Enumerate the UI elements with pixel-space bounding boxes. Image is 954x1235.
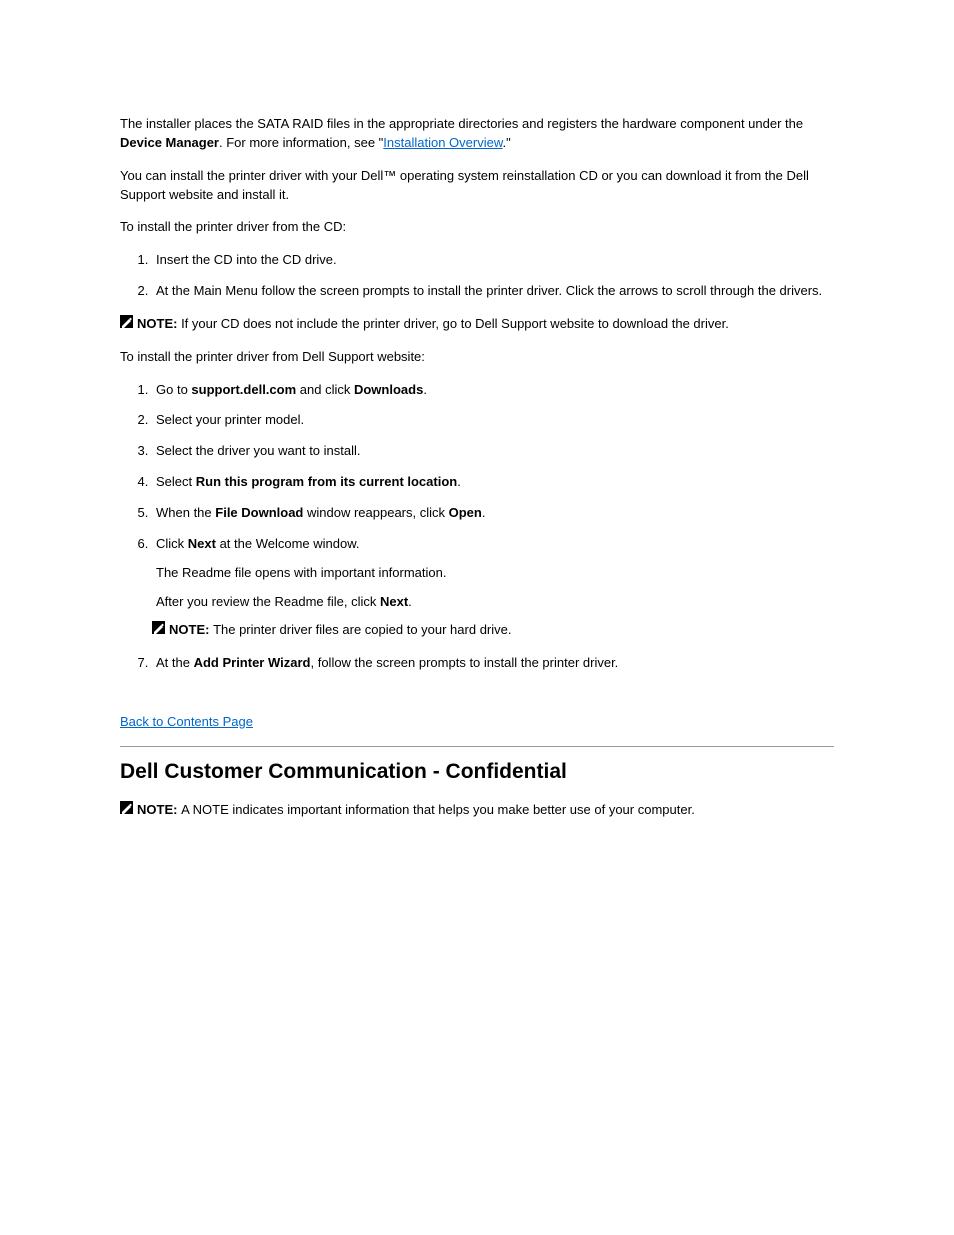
- step-text: Select the driver you want to install.: [156, 443, 361, 458]
- note-web-step: NOTE: The printer driver files are copie…: [152, 621, 834, 640]
- note-icon: [152, 621, 165, 634]
- ui-term: Downloads: [354, 382, 423, 397]
- step-sub-1: The Readme file opens with important inf…: [156, 564, 834, 583]
- heading-web-install: To install the printer driver from Dell …: [120, 348, 834, 367]
- steps-web-install: Go to support.dell.com and click Downloa…: [120, 381, 834, 673]
- back-link-para: Back to Contents Page: [120, 713, 834, 732]
- heading-cd-install: To install the printer driver from the C…: [120, 218, 834, 237]
- step-item: Go to support.dell.com and click Downloa…: [152, 381, 834, 400]
- step-item: Insert the CD into the CD drive.: [152, 251, 834, 270]
- text-segment: The installer places the SATA RAID files…: [120, 116, 803, 131]
- text-segment: .: [457, 474, 461, 489]
- step-text: Insert the CD into the CD drive.: [156, 252, 337, 267]
- text-segment: , follow the screen prompts to install t…: [310, 655, 618, 670]
- text-segment: .: [482, 505, 486, 520]
- text-segment: .: [408, 594, 412, 609]
- ui-term: File Download: [215, 505, 303, 520]
- note-icon: [120, 801, 133, 814]
- section-title-confidential: Dell Customer Communication - Confidenti…: [120, 757, 834, 787]
- step-item: Select Run this program from its current…: [152, 473, 834, 492]
- text-segment: Select: [156, 474, 196, 489]
- text-segment: and click: [296, 382, 354, 397]
- note-text: If your CD does not include the printer …: [181, 316, 729, 331]
- link-installation-overview[interactable]: Installation Overview: [383, 135, 502, 150]
- note-cd-install: NOTE: If your CD does not include the pr…: [120, 315, 834, 334]
- note-text: A NOTE indicates important information t…: [181, 802, 695, 817]
- paragraph-intro-2: You can install the printer driver with …: [120, 167, 834, 205]
- note-label: NOTE:: [169, 622, 213, 637]
- step-item: At the Add Printer Wizard, follow the sc…: [152, 654, 834, 673]
- paragraph-intro-1: The installer places the SATA RAID files…: [120, 115, 834, 153]
- text-segment: When the: [156, 505, 215, 520]
- url-text: support.dell.com: [191, 382, 296, 397]
- text-segment: .": [503, 135, 511, 150]
- step-item: Select the driver you want to install.: [152, 442, 834, 461]
- text-segment: Click: [156, 536, 188, 551]
- note-label: NOTE:: [137, 802, 181, 817]
- step-item: When the File Download window reappears,…: [152, 504, 834, 523]
- steps-cd-install: Insert the CD into the CD drive. At the …: [120, 251, 834, 301]
- step-text: At the Main Menu follow the screen promp…: [156, 283, 822, 298]
- note-section2: NOTE: A NOTE indicates important informa…: [120, 801, 834, 820]
- link-back-contents[interactable]: Back to Contents Page: [120, 714, 253, 729]
- step-text: Select your printer model.: [156, 412, 304, 427]
- ui-term: Next: [188, 536, 216, 551]
- ui-term: Run this program from its current locati…: [196, 474, 457, 489]
- text-segment: .: [423, 382, 427, 397]
- divider-rule: [120, 746, 834, 747]
- text-segment: at the Welcome window.: [216, 536, 360, 551]
- note-icon: [120, 315, 133, 328]
- ui-term: Next: [380, 594, 408, 609]
- step-item: At the Main Menu follow the screen promp…: [152, 282, 834, 301]
- text-segment: Go to: [156, 382, 191, 397]
- step-sub-2: After you review the Readme file, click …: [156, 593, 834, 612]
- note-label: NOTE:: [137, 316, 181, 331]
- note-text: The printer driver files are copied to y…: [213, 622, 511, 637]
- step-item: Click Next at the Welcome window. The Re…: [152, 535, 834, 640]
- step-item: Select your printer model.: [152, 411, 834, 430]
- ui-term: Add Printer Wizard: [194, 655, 311, 670]
- text-segment: At the: [156, 655, 194, 670]
- text-segment: window reappears, click: [303, 505, 448, 520]
- text-segment: . For more information, see ": [219, 135, 383, 150]
- ui-term-device-manager: Device Manager: [120, 135, 219, 150]
- ui-term: Open: [449, 505, 482, 520]
- text-segment: After you review the Readme file, click: [156, 594, 380, 609]
